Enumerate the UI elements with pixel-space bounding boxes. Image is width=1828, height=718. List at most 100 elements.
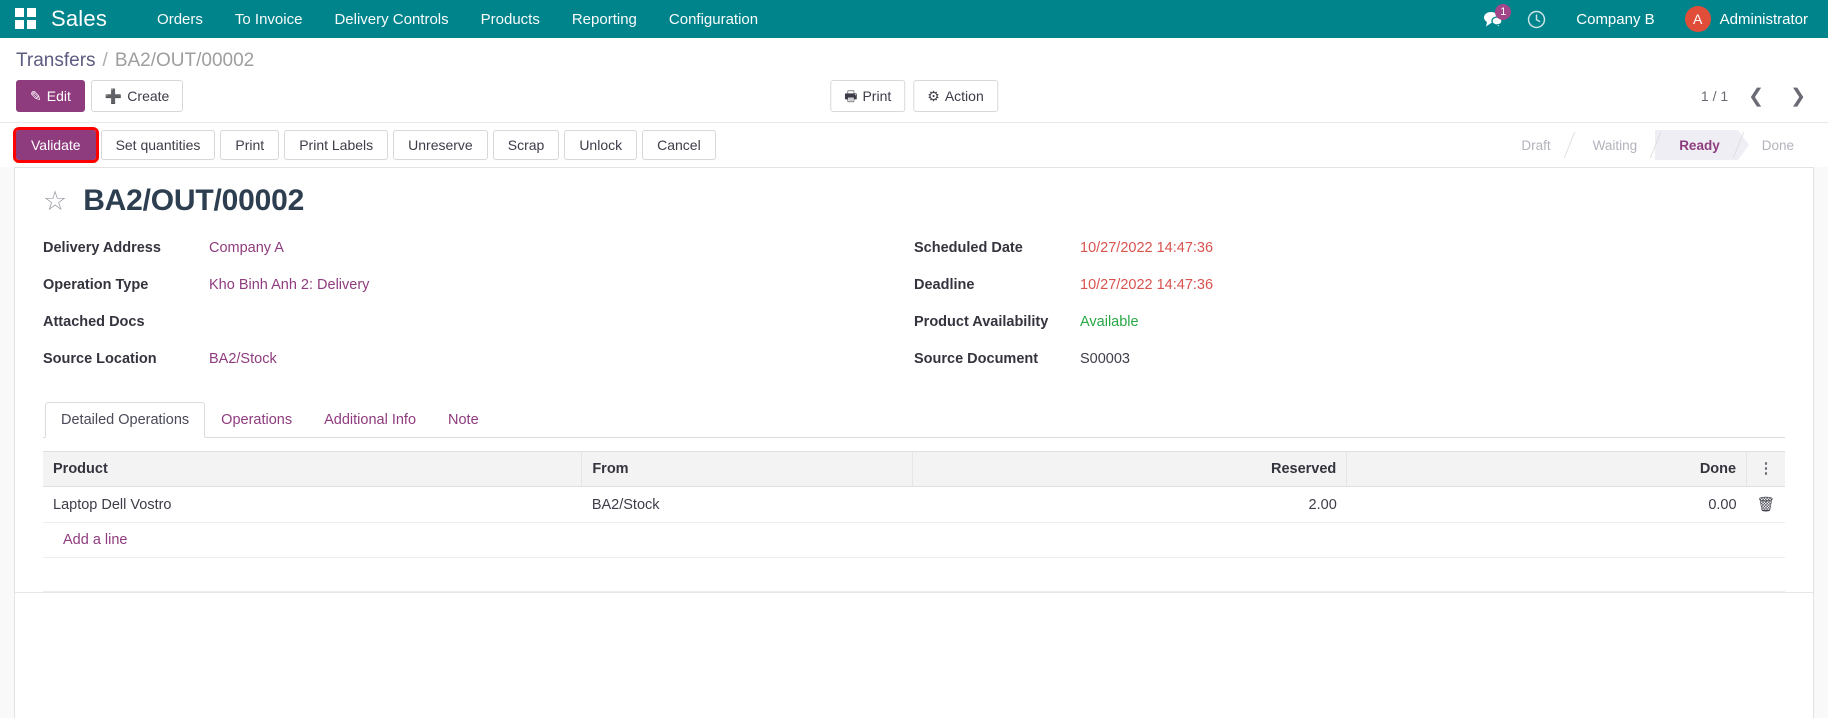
- field-deadline-value[interactable]: 10/27/2022 14:47:36: [1080, 277, 1213, 293]
- detailed-operations-table: Product From Reserved Done ⋮ Laptop Dell…: [43, 451, 1785, 592]
- field-operation-type-label: Operation Type: [43, 277, 149, 293]
- cell-from[interactable]: BA2/Stock: [581, 486, 913, 523]
- table-row[interactable]: Laptop Dell Vostro BA2/Stock 2.00 0.00 🗑: [43, 486, 1785, 523]
- create-button-label: Create: [127, 88, 170, 104]
- form-fields: Delivery Address Company A Operation Typ…: [43, 240, 1785, 388]
- record-title-row: ☆ BA2/OUT/00002: [43, 184, 1785, 218]
- field-source-document: Source Document S00003: [914, 351, 1745, 372]
- table-header-row: Product From Reserved Done ⋮: [43, 451, 1785, 487]
- sheet-bottom-divider: [15, 592, 1813, 606]
- form-sheet-background: ☆ BA2/OUT/00002 Delivery Address Company…: [0, 167, 1828, 718]
- breadcrumb: Transfers / BA2/OUT/00002: [0, 38, 1828, 72]
- form-fields-right: Scheduled Date 10/27/2022 14:47:36 Deadl…: [914, 240, 1785, 388]
- status-ready[interactable]: Ready: [1655, 130, 1749, 160]
- set-quantities-button[interactable]: Set quantities: [100, 130, 216, 160]
- column-options-icon[interactable]: ⋮: [1746, 451, 1785, 487]
- field-deadline: Deadline 10/27/2022 14:47:36: [914, 277, 1745, 298]
- cell-product[interactable]: Laptop Dell Vostro: [43, 486, 582, 523]
- cell-done[interactable]: 0.00: [1346, 486, 1747, 523]
- status-draft[interactable]: Draft: [1497, 130, 1568, 160]
- column-header-done[interactable]: Done: [1346, 451, 1748, 487]
- user-menu[interactable]: A Administrator: [1675, 2, 1812, 36]
- tab-note[interactable]: Note: [432, 402, 495, 438]
- statusbar-row: Validate Set quantities Print Print Labe…: [0, 122, 1828, 167]
- unlock-button[interactable]: Unlock: [564, 130, 638, 160]
- edit-button[interactable]: ✎ Edit: [16, 80, 85, 112]
- column-header-from[interactable]: From: [581, 451, 913, 487]
- field-source-location: Source Location BA2/Stock: [43, 351, 874, 372]
- field-delivery-address: Delivery Address Company A: [43, 240, 874, 261]
- field-delivery-address-value[interactable]: Company A: [209, 240, 284, 256]
- field-scheduled-date-label: Scheduled Date: [914, 240, 1023, 256]
- column-header-reserved[interactable]: Reserved: [912, 451, 1348, 487]
- table-header: Product From Reserved Done ⋮: [43, 451, 1785, 487]
- create-button[interactable]: ➕ Create: [90, 80, 184, 112]
- pager: 1 / 1 ❮ ❯: [1701, 87, 1812, 106]
- clock-icon: [1528, 10, 1546, 28]
- breadcrumb-current: BA2/OUT/00002: [114, 50, 255, 71]
- action-dropdown-button[interactable]: ⚙ Action: [913, 80, 998, 112]
- field-product-availability: Product Availability Available: [914, 314, 1745, 335]
- field-operation-type-value[interactable]: Kho Binh Anh 2: Delivery: [209, 277, 369, 293]
- field-scheduled-date-value[interactable]: 10/27/2022 14:47:36: [1080, 240, 1213, 256]
- navbar-right-group: 1 Company B A Administrator: [1473, 2, 1812, 36]
- gear-icon: ⚙: [927, 88, 940, 104]
- tab-detailed-operations[interactable]: Detailed Operations: [45, 402, 206, 438]
- status-done[interactable]: Done: [1738, 130, 1812, 160]
- print-labels-button[interactable]: Print Labels: [284, 130, 389, 160]
- edit-button-label: Edit: [46, 88, 71, 104]
- breadcrumb-root[interactable]: Transfers: [16, 50, 96, 72]
- field-product-availability-label: Product Availability: [914, 314, 1049, 330]
- nav-item-products[interactable]: Products: [465, 2, 556, 37]
- company-switcher[interactable]: Company B: [1560, 5, 1670, 34]
- notebook-tabs: Detailed Operations Operations Additiona…: [43, 402, 1785, 438]
- plus-icon: ➕: [104, 88, 123, 104]
- app-brand[interactable]: Sales: [51, 6, 107, 32]
- tab-operations[interactable]: Operations: [205, 402, 308, 438]
- record-action-buttons: Validate Set quantities Print Print Labe…: [13, 127, 721, 163]
- add-a-line-button[interactable]: Add a line: [53, 523, 138, 557]
- nav-item-reporting[interactable]: Reporting: [556, 2, 653, 37]
- top-navbar: Sales Orders To Invoice Delivery Control…: [0, 0, 1828, 38]
- chevron-right-icon[interactable]: ❯: [1784, 87, 1812, 106]
- user-name: Administrator: [1719, 10, 1808, 28]
- page-title: BA2/OUT/00002: [83, 184, 305, 217]
- table-body: Laptop Dell Vostro BA2/Stock 2.00 0.00 🗑…: [43, 486, 1785, 592]
- tab-additional-info[interactable]: Additional Info: [308, 402, 432, 438]
- pager-value[interactable]: 1 / 1: [1701, 88, 1728, 104]
- print-button-label: Print: [862, 88, 892, 104]
- nav-item-configuration[interactable]: Configuration: [653, 2, 774, 37]
- nav-item-to-invoice[interactable]: To Invoice: [219, 2, 319, 37]
- cancel-button[interactable]: Cancel: [642, 130, 716, 160]
- unreserve-button[interactable]: Unreserve: [393, 130, 488, 160]
- print-dropdown-button[interactable]: 🖶 Print: [830, 80, 906, 112]
- field-attached-docs: Attached Docs: [43, 314, 874, 335]
- field-delivery-address-label: Delivery Address: [43, 240, 161, 256]
- pencil-icon: ✎: [30, 88, 42, 104]
- activities-button[interactable]: [1517, 4, 1556, 35]
- field-source-location-label: Source Location: [43, 351, 157, 367]
- validate-button[interactable]: Validate: [13, 127, 99, 163]
- cell-reserved[interactable]: 2.00: [912, 486, 1347, 523]
- scrap-button[interactable]: Scrap: [492, 130, 560, 160]
- messages-button[interactable]: 1: [1473, 4, 1513, 34]
- trash-icon[interactable]: 🗑: [1746, 486, 1785, 523]
- chevron-left-icon[interactable]: ❮: [1742, 87, 1770, 106]
- status-bar: Draft Waiting Ready Done: [1497, 130, 1812, 160]
- nav-item-orders[interactable]: Orders: [141, 2, 219, 37]
- control-panel-center-actions: 🖶 Print ⚙ Action: [830, 80, 998, 112]
- field-operation-type: Operation Type Kho Binh Anh 2: Delivery: [43, 277, 874, 298]
- field-source-location-value[interactable]: BA2/Stock: [209, 351, 277, 367]
- field-source-document-value[interactable]: S00003: [1080, 351, 1130, 367]
- status-waiting[interactable]: Waiting: [1569, 130, 1656, 160]
- form-fields-left: Delivery Address Company A Operation Typ…: [43, 240, 914, 388]
- apps-grid-icon[interactable]: [15, 8, 37, 30]
- print-button[interactable]: Print: [220, 130, 280, 160]
- star-outline-icon[interactable]: ☆: [43, 187, 67, 215]
- nav-item-delivery-controls[interactable]: Delivery Controls: [318, 2, 464, 37]
- column-header-product[interactable]: Product: [43, 451, 583, 487]
- field-product-availability-value: Available: [1080, 314, 1139, 330]
- breadcrumb-separator: /: [102, 50, 108, 71]
- field-attached-docs-label: Attached Docs: [43, 314, 145, 330]
- field-deadline-label: Deadline: [914, 277, 975, 293]
